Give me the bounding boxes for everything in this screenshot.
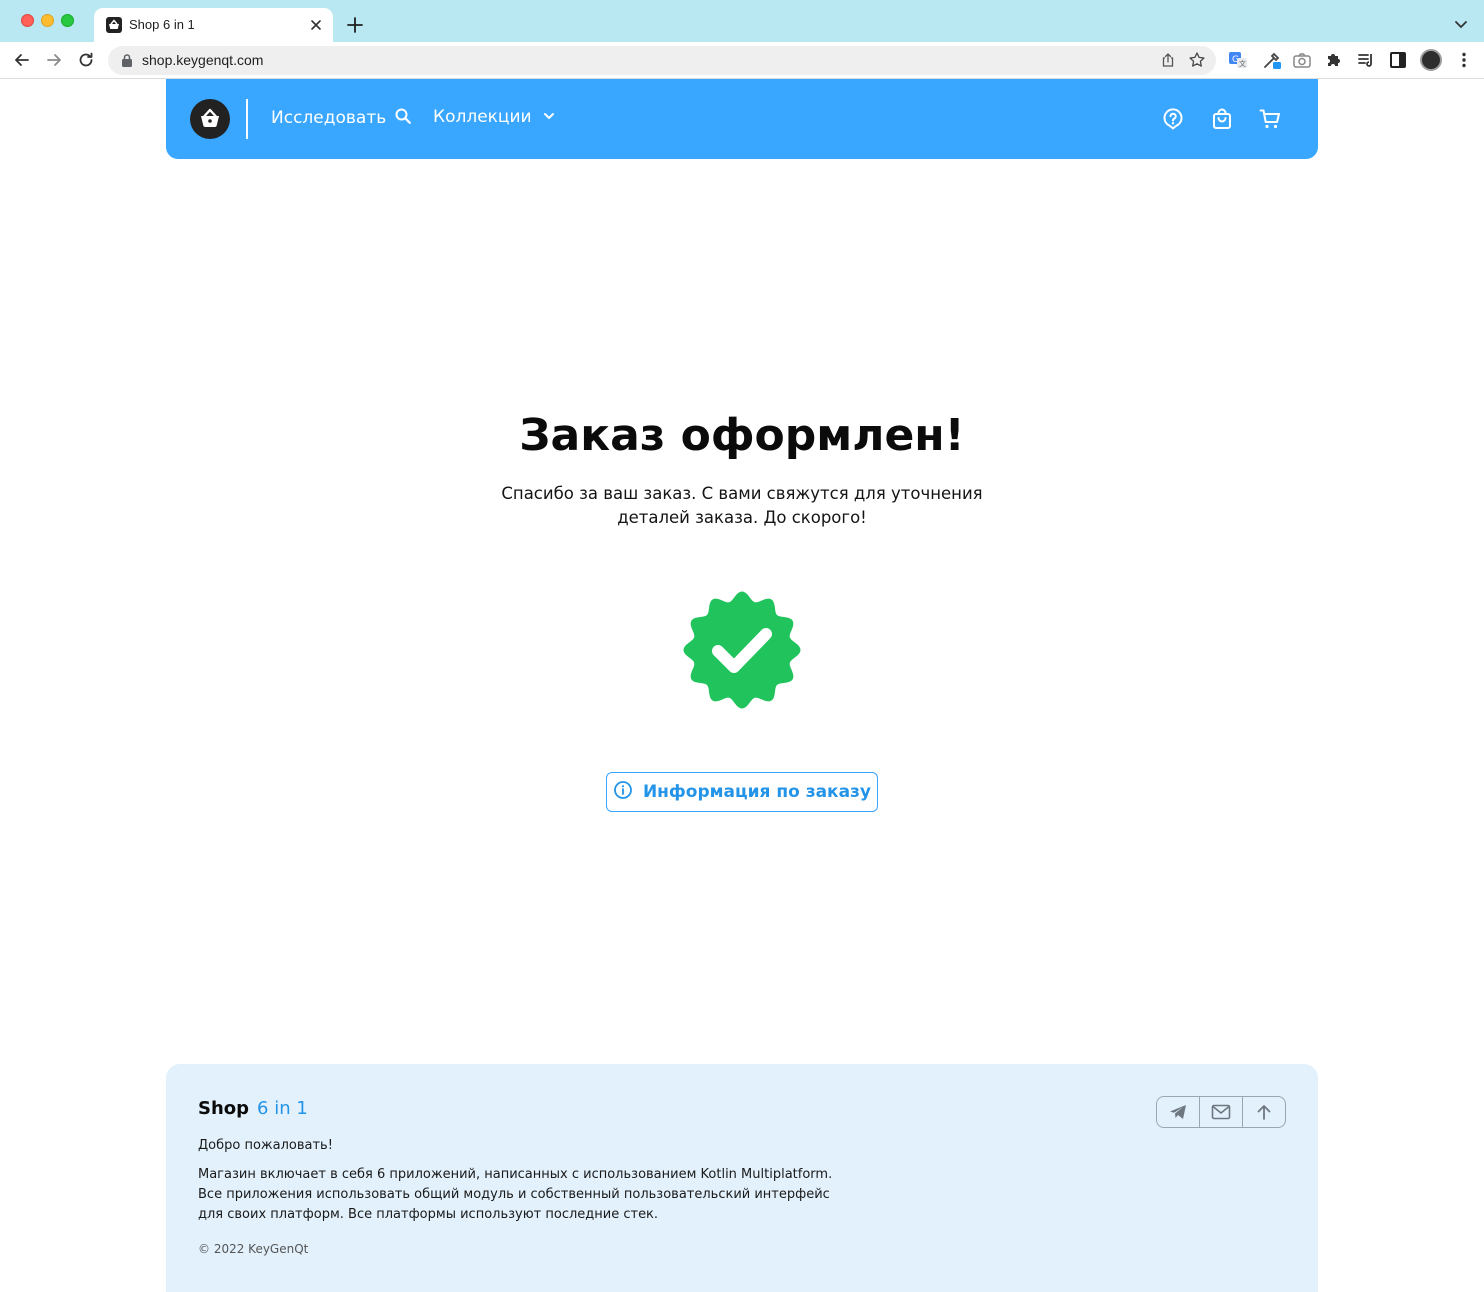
camera-extension-icon[interactable] — [1292, 50, 1312, 70]
url-text: shop.keygenqt.com — [142, 52, 264, 68]
side-panel-icon[interactable] — [1388, 50, 1408, 70]
browser-toolbar: shop.keygenqt.com G文 — [0, 42, 1484, 79]
footer-brand: Shop 6 in 1 — [198, 1098, 308, 1119]
reload-icon[interactable] — [76, 50, 96, 70]
window-close-button[interactable] — [21, 14, 34, 27]
page-title: Заказ оформлен! — [519, 410, 965, 461]
back-arrow-icon[interactable] — [12, 50, 32, 70]
nav-collections-label: Коллекции — [433, 107, 532, 127]
reading-list-icon[interactable] — [1356, 50, 1376, 70]
mail-icon[interactable] — [1199, 1097, 1242, 1127]
site-footer: Shop 6 in 1 Добро пожаловать! Магазин вкл… — [166, 1064, 1318, 1292]
window-minimize-button[interactable] — [41, 14, 54, 27]
search-icon — [394, 107, 412, 129]
shopping-bag-icon[interactable] — [1210, 107, 1234, 131]
browser-menu-icon[interactable] — [1454, 50, 1474, 70]
browser-tab-active[interactable]: Shop 6 in 1 — [94, 8, 333, 42]
bookmark-star-icon[interactable] — [1188, 51, 1206, 69]
footer-brand-main: Shop — [198, 1098, 250, 1119]
browser-tabstrip: Shop 6 in 1 — [0, 0, 1484, 42]
footer-description: Магазин включает в себя 6 приложений, на… — [198, 1167, 833, 1222]
basket-favicon-icon — [106, 17, 122, 33]
order-info-button[interactable]: Информация по заказу — [606, 772, 878, 812]
help-icon[interactable] — [1161, 107, 1185, 131]
nav-explore-link[interactable]: Исследовать — [271, 107, 412, 129]
extensions-puzzle-icon[interactable] — [1324, 50, 1344, 70]
tab-search-chevron-icon[interactable] — [1452, 15, 1470, 33]
lock-icon — [120, 53, 134, 68]
share-icon[interactable] — [1160, 52, 1176, 68]
forward-arrow-icon[interactable] — [44, 50, 64, 70]
tab-title: Shop 6 in 1 — [129, 17, 195, 32]
shop-logo-basket-icon[interactable] — [190, 99, 230, 139]
translate-extension-icon[interactable]: G文 — [1228, 50, 1248, 70]
check-badge-icon — [682, 589, 802, 711]
order-success-message: Спасибо за ваш заказ. С вами свяжутся дл… — [501, 484, 983, 527]
address-bar[interactable]: shop.keygenqt.com — [108, 46, 1216, 75]
svg-text:文: 文 — [1239, 59, 1246, 68]
header-divider — [246, 99, 248, 139]
new-tab-icon[interactable] — [345, 15, 365, 35]
profile-avatar[interactable] — [1420, 49, 1442, 71]
eyedropper-extension-icon[interactable] — [1262, 50, 1282, 70]
arrow-up-icon[interactable] — [1242, 1097, 1285, 1127]
footer-welcome: Добро пожаловать! — [198, 1138, 333, 1153]
close-tab-icon[interactable] — [307, 16, 325, 34]
nav-collections-dropdown[interactable]: Коллекции — [433, 107, 556, 127]
info-icon — [613, 780, 633, 804]
nav-explore-label: Исследовать — [271, 108, 387, 128]
window-maximize-button[interactable] — [61, 14, 74, 27]
footer-brand-accent: 6 in 1 — [257, 1098, 308, 1119]
cart-icon[interactable] — [1258, 107, 1282, 131]
chevron-down-icon — [542, 108, 556, 127]
site-header: Исследовать Коллекции — [166, 79, 1318, 159]
telegram-icon[interactable] — [1157, 1097, 1199, 1127]
footer-actions — [1156, 1096, 1286, 1128]
footer-copyright: © 2022 KeyGenQt — [198, 1242, 309, 1256]
order-info-button-label: Информация по заказу — [642, 782, 872, 802]
